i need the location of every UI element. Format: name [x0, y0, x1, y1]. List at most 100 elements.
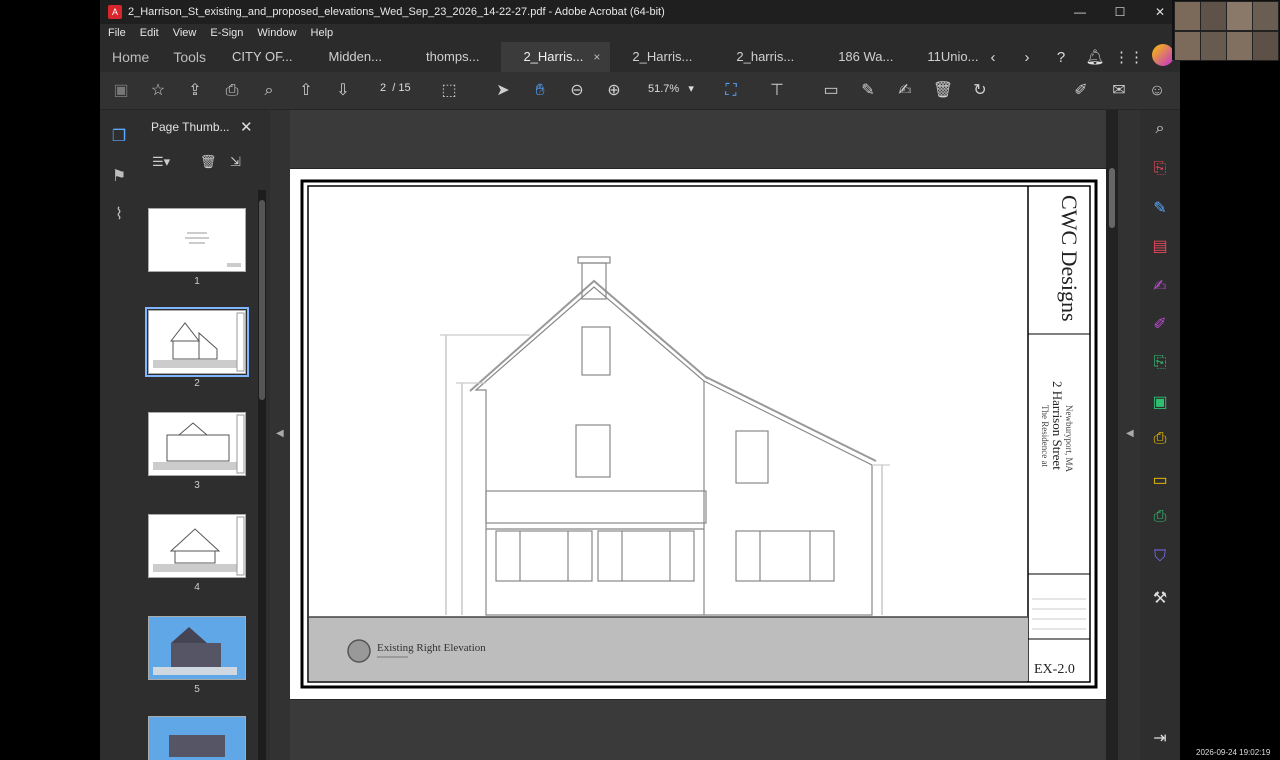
export-pdf-icon[interactable]: ⎘ — [1150, 160, 1170, 180]
thumbnail-page-5[interactable] — [148, 616, 246, 680]
tab-doc-active[interactable]: 2_Harris... × — [501, 42, 611, 72]
thumbnail-page-3[interactable] — [148, 412, 246, 476]
scrollbar-thumb[interactable] — [1109, 168, 1115, 228]
delete-icon[interactable]: 🗑︎ — [932, 80, 954, 102]
chevron-left-icon[interactable]: ‹ — [976, 49, 1010, 66]
viewer-background — [290, 110, 1108, 168]
organize-icon[interactable]: ▤ — [1150, 236, 1170, 256]
minimize-button[interactable]: — — [1060, 0, 1100, 24]
thumbnail-page-4[interactable] — [148, 514, 246, 578]
menu-edit[interactable]: Edit — [140, 27, 159, 39]
close-tab-icon[interactable]: × — [593, 50, 600, 64]
thumb-art — [153, 516, 245, 576]
save-icon[interactable]: ▣ — [110, 80, 132, 102]
thumbnail-page-6[interactable] — [148, 716, 246, 760]
zoom-value[interactable]: 51.7% — [648, 83, 679, 95]
help-icon[interactable]: ? — [1044, 49, 1078, 66]
close-panel-icon[interactable]: ✕ — [240, 118, 253, 136]
menu-view[interactable]: View — [173, 27, 197, 39]
compress-icon[interactable]: ⎘ — [1150, 354, 1170, 374]
measure-icon[interactable]: ⊤ — [766, 80, 788, 102]
thumbnail-number: 1 — [194, 276, 200, 287]
select-area-icon[interactable]: ⬚ — [438, 80, 460, 102]
tab-doc[interactable]: 2_harris... — [714, 42, 816, 72]
tab-doc[interactable]: thomps... — [404, 42, 501, 72]
pages-icon[interactable]: ❐ — [109, 126, 129, 146]
scrollbar-thumb[interactable] — [259, 200, 265, 400]
mail-icon[interactable]: ✉ — [1108, 80, 1130, 102]
thumb-art — [169, 735, 225, 757]
thumbnail-page-1[interactable] — [148, 208, 246, 272]
recording-timestamp: 2026-09-24 19:02:19 — [1196, 748, 1271, 757]
star-icon[interactable]: ☆ — [147, 80, 169, 102]
apps-grid-icon[interactable]: ⋮⋮ — [1112, 48, 1146, 66]
options-menu-icon[interactable]: ☰▾ — [152, 154, 170, 169]
tab-doc[interactable]: CITY OF... — [218, 42, 306, 72]
print-icon[interactable]: ⎙ — [1150, 508, 1170, 528]
trash-icon[interactable]: 🗑︎ — [200, 154, 217, 169]
print-icon[interactable]: ⎙ — [221, 80, 243, 102]
page-number-field[interactable]: 2 / 15 — [380, 82, 411, 94]
menu-window[interactable]: Window — [257, 27, 296, 39]
tab-bar: Home Tools CITY OF... Midden... thomps..… — [100, 42, 1180, 72]
residence-label-group: The Residence at — [1040, 405, 1050, 467]
firm-name: CWC Designs — [1057, 195, 1082, 322]
thumbnail-scrollbar[interactable] — [258, 190, 266, 760]
street-name: 2 Harrison Street — [1050, 381, 1065, 470]
thumb-art — [185, 232, 241, 267]
tab-doc[interactable]: Midden... — [306, 42, 403, 72]
fill-sign-icon[interactable]: ✍︎ — [1150, 276, 1170, 296]
link-edit-icon[interactable]: ✐ — [1070, 80, 1092, 102]
share-user-icon[interactable]: ☺ — [1146, 80, 1168, 102]
chevron-right-icon[interactable]: › — [1010, 49, 1044, 66]
panel-tools: ☰▾ 🗑︎ ⇲ — [152, 154, 241, 170]
edit-icon[interactable]: ✐ — [1150, 314, 1170, 334]
protect-icon[interactable]: ⛉ — [1150, 548, 1170, 568]
right-tools-rail: ⌕ ⎘ ✎ ▤ ✍︎ ✐ ⎘ ▣ ⎙ ▭ ⎙ ⛉ ⚒ ⇥ — [1140, 110, 1180, 760]
page-up-icon[interactable]: ⇧ — [295, 80, 317, 102]
thumb-art — [153, 414, 245, 474]
house-elevation — [440, 256, 890, 616]
bookmark-icon[interactable]: ⚑ — [109, 166, 129, 186]
zoom-out-icon[interactable]: ⊖ — [566, 80, 588, 102]
create-pdf-icon[interactable]: ⎙ — [1150, 430, 1170, 450]
zoom-search-icon[interactable]: ⌕ — [258, 80, 280, 102]
residence-label: The Residence at — [1040, 405, 1050, 467]
comment-icon[interactable]: ▭ — [1150, 470, 1170, 490]
edit-pdf-icon[interactable]: ✎ — [1150, 198, 1170, 218]
menu-help[interactable]: Help — [311, 27, 334, 39]
fit-page-icon[interactable]: ⛶ — [720, 80, 742, 102]
pointer-icon[interactable]: ➤ — [492, 80, 514, 102]
tools-icon[interactable]: ⚒ — [1150, 588, 1170, 608]
extract-icon[interactable]: ⇲ — [230, 154, 241, 169]
upload-cloud-icon[interactable]: ⇪ — [184, 80, 206, 102]
page-down-icon[interactable]: ⇩ — [332, 80, 354, 102]
expand-panel-icon[interactable]: ⇥ — [1150, 728, 1170, 748]
attachment-icon[interactable]: ⌇ — [109, 204, 129, 224]
zoom-in-icon[interactable]: ⊕ — [603, 80, 625, 102]
tab-doc[interactable]: 2_Harris... — [610, 42, 714, 72]
tab-home[interactable]: Home — [100, 42, 161, 72]
thumbnail-number: 3 — [194, 480, 200, 491]
town-name: Newburyport, MA — [1064, 405, 1074, 472]
zoom-icon[interactable]: ⌕ — [1150, 120, 1170, 140]
menu-file[interactable]: File — [108, 27, 126, 39]
collapse-right-panel-icon[interactable]: ◀ — [1126, 428, 1134, 439]
thumbnail-page-2[interactable] — [145, 307, 249, 377]
sign-icon[interactable]: ✍︎ — [894, 80, 916, 102]
tab-doc[interactable]: 186 Wa... — [816, 42, 915, 72]
hand-icon[interactable]: ✋︎ — [529, 80, 551, 102]
comment-icon[interactable]: ▭ — [820, 80, 842, 102]
scan-icon[interactable]: ▣ — [1150, 392, 1170, 412]
page-current[interactable]: 2 — [380, 82, 386, 94]
highlight-pen-icon[interactable]: ✎ — [857, 80, 879, 102]
zoom-level[interactable]: 51.7% ▾ — [648, 82, 694, 95]
tab-tools[interactable]: Tools — [161, 42, 218, 72]
document-scrollbar[interactable] — [1106, 110, 1118, 760]
bell-icon[interactable]: 🔔︎ — [1078, 48, 1112, 66]
rotate-icon[interactable]: ↻ — [969, 80, 991, 102]
menu-esign[interactable]: E-Sign — [210, 27, 243, 39]
video-call-tiles — [1172, 0, 1280, 61]
maximize-button[interactable]: ☐ — [1100, 0, 1140, 24]
collapse-left-panel-icon[interactable]: ◀ — [276, 428, 284, 439]
